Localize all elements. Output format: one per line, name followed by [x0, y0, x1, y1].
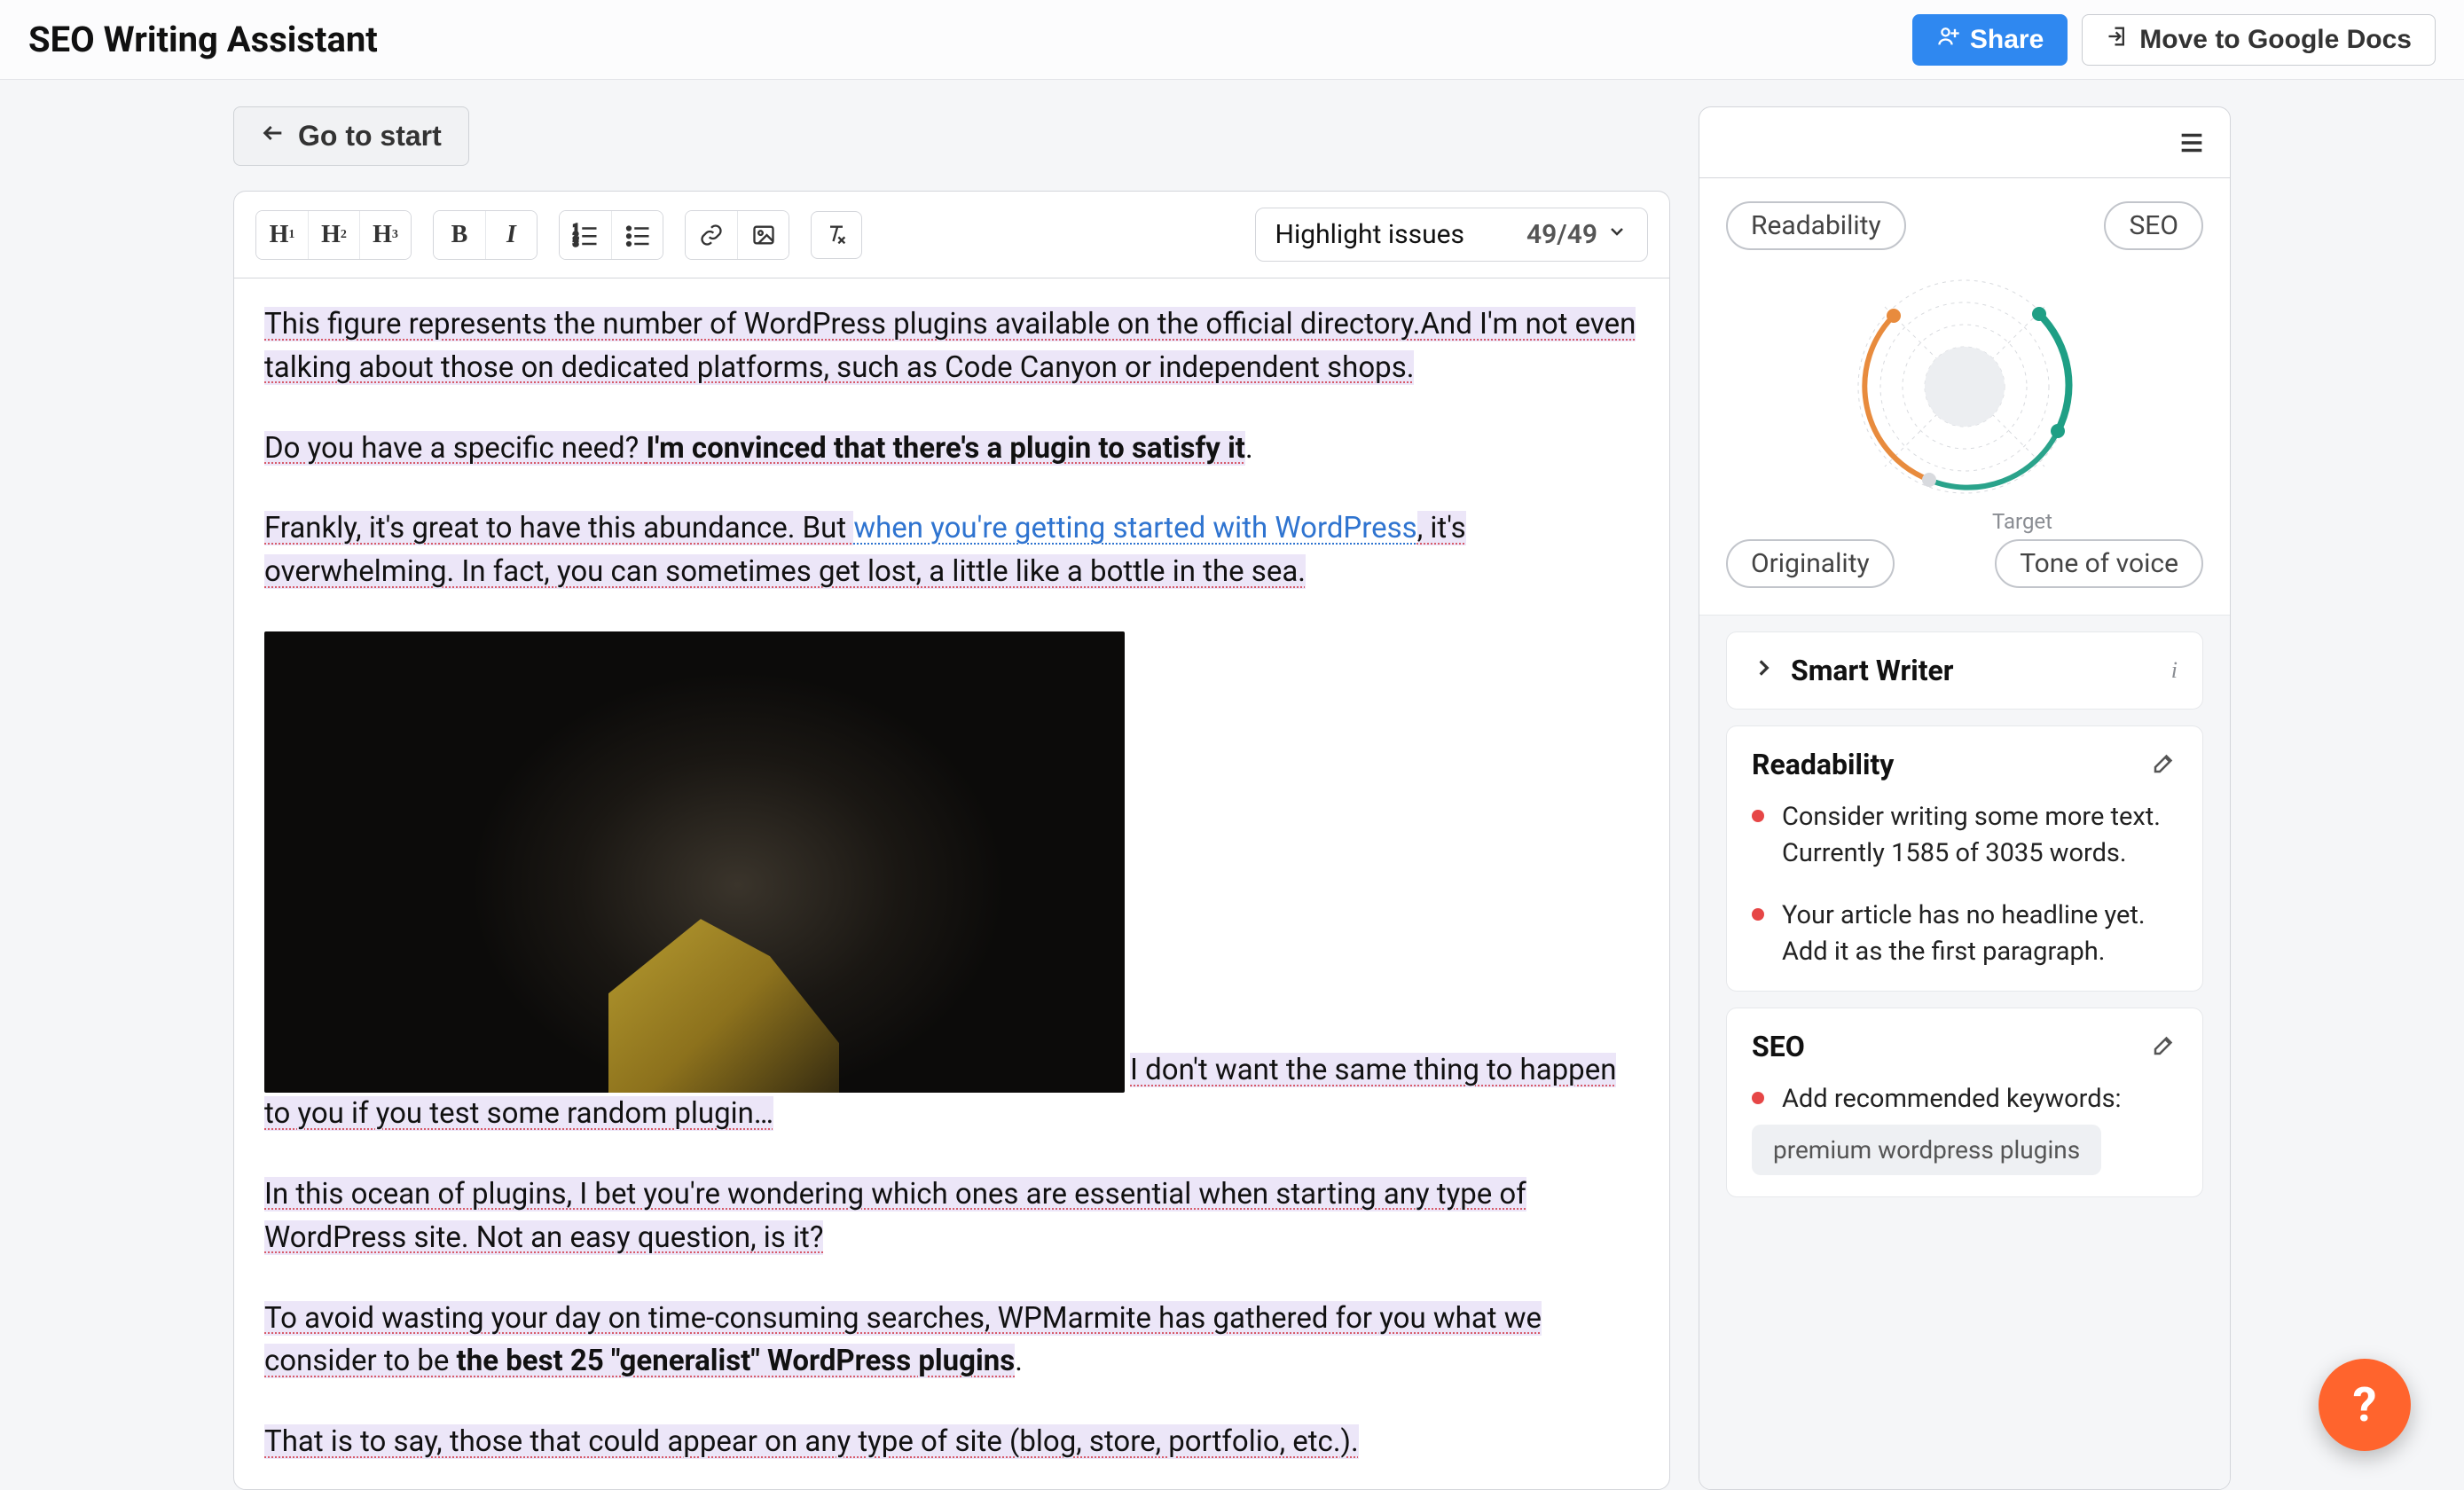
- italic-button[interactable]: I: [485, 211, 537, 259]
- arrow-left-icon: [261, 120, 286, 153]
- chevron-down-icon: [1606, 221, 1628, 248]
- editor-toolbar: H1 H2 H3 B I 123: [234, 192, 1669, 278]
- topbar-actions: Share Move to Google Docs: [1912, 14, 2436, 66]
- highlight-issues-select[interactable]: Highlight issues 49/49: [1255, 208, 1648, 262]
- info-icon[interactable]: i: [2171, 657, 2178, 684]
- status-dot-icon: [1752, 908, 1764, 921]
- analysis-sidebar: Readability SEO: [1699, 106, 2231, 1490]
- clear-format-button[interactable]: [811, 211, 862, 259]
- paragraph[interactable]: In this ocean of plugins, I bet you're w…: [264, 1173, 1639, 1260]
- export-icon: [2106, 24, 2130, 56]
- edit-icon[interactable]: [2151, 1031, 2178, 1062]
- paragraph[interactable]: Do you have a specific need? I'm convinc…: [264, 427, 1639, 471]
- paragraph[interactable]: That is to say, those that could appear …: [264, 1421, 1639, 1464]
- heading-group: H1 H2 H3: [255, 210, 412, 260]
- score-radar-section: Readability SEO: [1699, 178, 2230, 616]
- editor-body[interactable]: This figure represents the number of Wor…: [234, 278, 1669, 1489]
- sidebar-scroll[interactable]: Readability SEO: [1699, 178, 2230, 1489]
- bold-button[interactable]: B: [434, 211, 485, 259]
- pill-seo[interactable]: SEO: [2104, 201, 2203, 250]
- ordered-list-button[interactable]: 123: [560, 211, 611, 259]
- move-to-gdocs-button[interactable]: Move to Google Docs: [2082, 14, 2436, 66]
- readability-item: Consider writing some more text. Current…: [1752, 799, 2178, 871]
- page-body: Go to start H1 H2 H3 B I 123: [0, 80, 2464, 1490]
- top-bar: SEO Writing Assistant Share Move to Goog…: [0, 0, 2464, 80]
- share-label: Share: [1970, 25, 2044, 55]
- pill-tone[interactable]: Tone of voice: [1995, 539, 2203, 588]
- list-group: 123: [559, 210, 663, 260]
- paragraph[interactable]: Frankly, it's great to have this abundan…: [264, 507, 1639, 594]
- smart-writer-title: Smart Writer: [1791, 654, 2155, 687]
- chevron-right-icon: [1752, 655, 1775, 686]
- share-icon: [1936, 24, 1961, 56]
- seo-title: SEO: [1752, 1030, 1805, 1063]
- highlight-issues-label: Highlight issues: [1275, 219, 1464, 250]
- keyword-chip[interactable]: premium wordpress plugins: [1752, 1125, 2101, 1175]
- style-group: B I: [433, 210, 538, 260]
- radar-chart: [1832, 254, 2098, 520]
- issues-count: 49/49: [1526, 219, 1597, 250]
- inline-link[interactable]: when you're getting started with WordPre…: [853, 511, 1416, 545]
- readability-title: Readability: [1752, 748, 1894, 781]
- h2-button[interactable]: H2: [308, 211, 359, 259]
- editor-column: Go to start H1 H2 H3 B I 123: [233, 106, 1670, 1490]
- image-button[interactable]: [737, 211, 789, 259]
- status-dot-icon: [1752, 1092, 1764, 1104]
- link-button[interactable]: [686, 211, 737, 259]
- share-button[interactable]: Share: [1912, 14, 2068, 66]
- pill-originality[interactable]: Originality: [1726, 539, 1895, 588]
- h1-button[interactable]: H1: [256, 211, 308, 259]
- menu-icon[interactable]: [2177, 128, 2207, 158]
- seo-section: SEO Add recommended keywords: premium wo…: [1726, 1008, 2203, 1197]
- edit-icon[interactable]: [2151, 749, 2178, 780]
- paragraph[interactable]: To avoid wasting your day on time-consum…: [264, 1298, 1639, 1384]
- go-to-start-label: Go to start: [298, 120, 442, 153]
- editor-panel: H1 H2 H3 B I 123: [233, 191, 1670, 1490]
- seo-item: Add recommended keywords:: [1752, 1081, 2178, 1118]
- readability-section: Readability Consider writing some more t…: [1726, 725, 2203, 992]
- unordered-list-button[interactable]: [611, 211, 663, 259]
- smart-writer-toggle[interactable]: Smart Writer i: [1726, 631, 2203, 710]
- paragraph[interactable]: This figure represents the number of Wor…: [264, 303, 1639, 390]
- svg-text:3: 3: [573, 239, 578, 248]
- go-to-start-button[interactable]: Go to start: [233, 106, 469, 166]
- inline-image[interactable]: [264, 631, 1125, 1093]
- page-title: SEO Writing Assistant: [28, 19, 378, 60]
- h3-button[interactable]: H3: [359, 211, 411, 259]
- readability-item: Your article has no headline yet. Add it…: [1752, 898, 2178, 969]
- help-fab[interactable]: ?: [2319, 1359, 2411, 1451]
- pill-readability[interactable]: Readability: [1726, 201, 1906, 250]
- sidebar-header: [1699, 107, 2230, 178]
- move-label: Move to Google Docs: [2139, 25, 2412, 55]
- status-dot-icon: [1752, 810, 1764, 822]
- paragraph[interactable]: I don't want the same thing to happen to…: [264, 631, 1639, 1136]
- insert-group: [685, 210, 789, 260]
